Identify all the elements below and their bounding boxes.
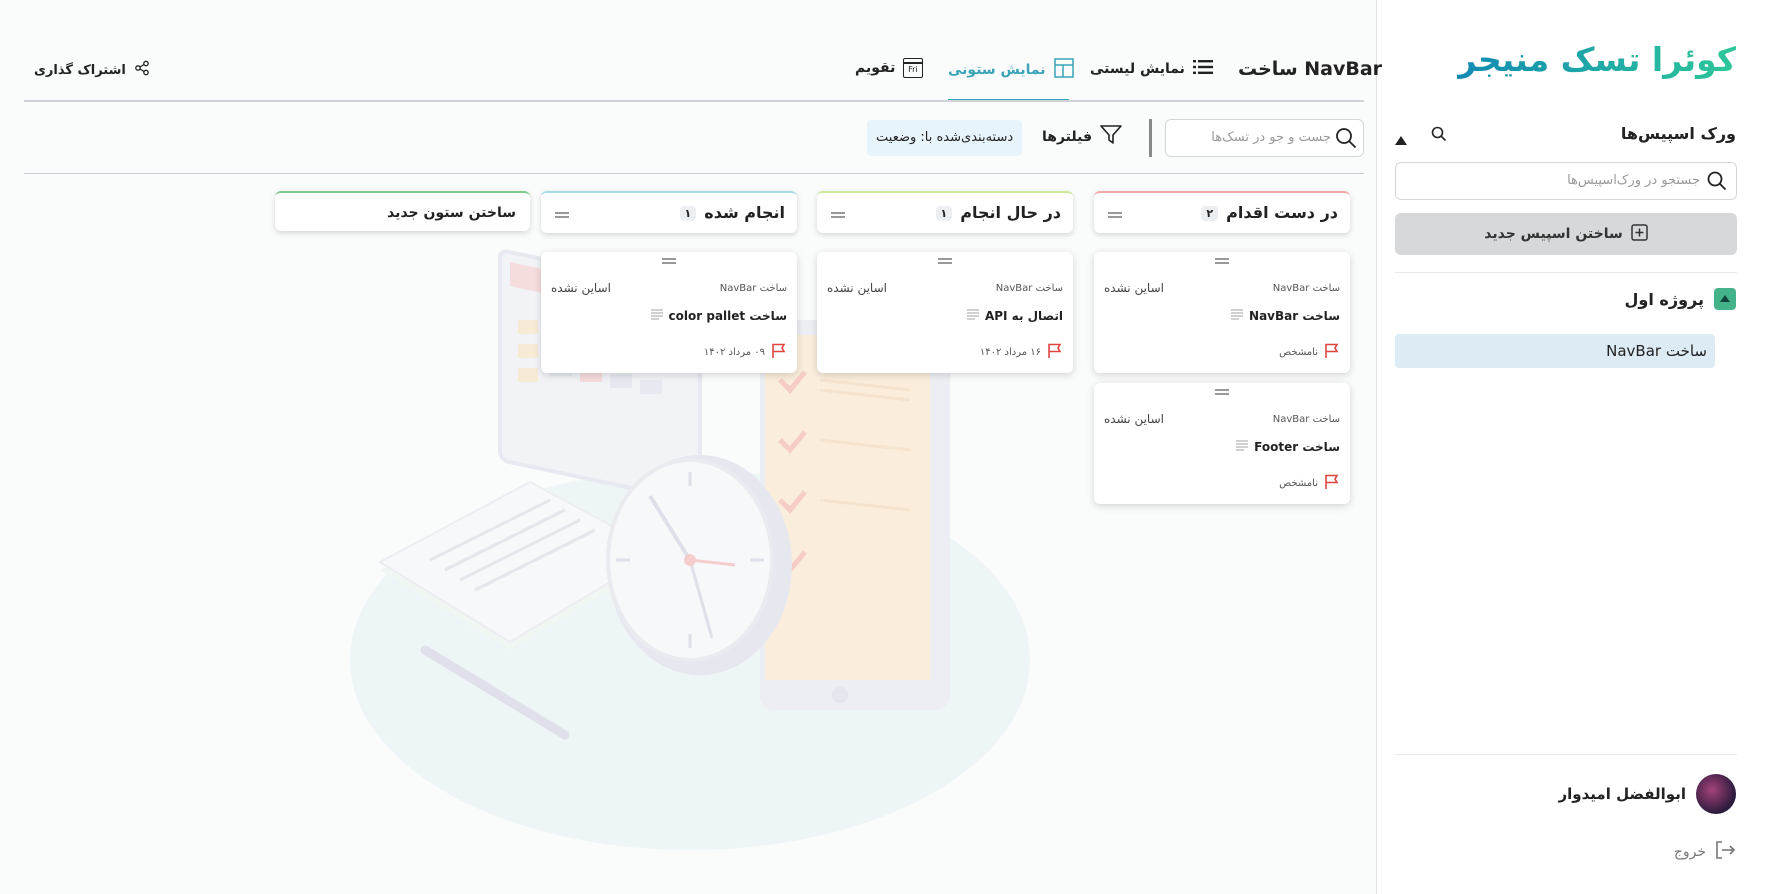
drag-handle-icon[interactable] xyxy=(662,258,676,264)
workspaces-title: ورک اسپیس‌ها xyxy=(1620,124,1736,143)
card-assignee: اساین نشده xyxy=(551,281,611,295)
logout-label: خروج xyxy=(1673,844,1706,860)
drag-handle-icon[interactable] xyxy=(1215,389,1229,395)
logout-icon xyxy=(1714,840,1736,864)
tab-column-view[interactable]: نمایش ستونی xyxy=(948,58,1074,82)
filter-icon xyxy=(1100,125,1122,149)
card-assignee: اساین نشده xyxy=(1104,412,1164,426)
user-profile[interactable]: ابوالفضل امیدوار xyxy=(1559,774,1736,814)
column-count-badge: ۱ xyxy=(935,206,953,221)
column-layout-icon xyxy=(1053,58,1074,82)
description-icon xyxy=(966,308,979,323)
task-card[interactable]: ساخت NavBar اساین نشده ساخت color pallet… xyxy=(541,252,797,373)
description-icon xyxy=(650,308,663,323)
project-toggle-icon[interactable] xyxy=(1714,288,1736,310)
plus-square-icon xyxy=(1631,223,1648,245)
toolbar-separator xyxy=(1149,119,1152,157)
drag-handle-icon[interactable] xyxy=(831,212,845,218)
avatar xyxy=(1696,774,1736,814)
create-workspace-label: ساختن اسپیس جدید xyxy=(1484,226,1623,242)
tab-column-label: نمایش ستونی xyxy=(948,62,1046,78)
project-item-navbar[interactable]: ساخت NavBar xyxy=(1395,334,1715,368)
drag-handle-icon[interactable] xyxy=(555,212,569,218)
search-icon xyxy=(1707,171,1727,195)
search-icon xyxy=(1335,127,1357,153)
filters-label: فیلترها xyxy=(1042,129,1092,145)
toolbar-divider xyxy=(24,173,1364,174)
divider xyxy=(1395,754,1737,755)
tab-list-view[interactable]: نمایش لیستی xyxy=(1090,58,1213,80)
calendar-icon: Fri xyxy=(903,58,924,78)
column-title: انجام شده۱ xyxy=(679,203,785,222)
drag-handle-icon[interactable] xyxy=(938,258,952,264)
flag-icon xyxy=(1324,343,1340,362)
tab-list-label: نمایش لیستی xyxy=(1090,61,1185,77)
flag-icon xyxy=(1324,474,1340,493)
user-name: ابوالفضل امیدوار xyxy=(1558,785,1686,803)
create-column-button[interactable]: ساختن ستون جدید xyxy=(275,191,530,231)
workspaces-search-icon[interactable] xyxy=(1431,126,1447,146)
column-count-badge: ۱ xyxy=(679,206,697,221)
project-item[interactable]: پروژه اول xyxy=(1625,288,1736,310)
drag-handle-icon[interactable] xyxy=(1215,258,1229,264)
card-deadline: ۱۶ مرداد ۱۴۰۲ xyxy=(980,343,1063,362)
drag-handle-icon[interactable] xyxy=(1108,212,1122,218)
sidebar: کوئرا تسک منیجر ورک اسپیس‌ها جستجو در ور… xyxy=(1376,0,1788,894)
filters-button[interactable]: فیلترها xyxy=(1042,125,1122,149)
card-title: ساخت color pallet xyxy=(650,308,787,323)
card-title: ساخت NavBar xyxy=(1231,308,1340,323)
tab-calendar-label: تقویم xyxy=(855,60,896,76)
column-count-badge: ۲ xyxy=(1201,206,1219,221)
column-header-in-progress[interactable]: در حال انجام۱ xyxy=(817,191,1073,233)
card-title: اتصال به API xyxy=(966,308,1063,323)
header-divider xyxy=(24,100,1364,102)
card-deadline: نامشخص xyxy=(1279,474,1340,493)
app-logo: کوئرا تسک منیجر xyxy=(1457,40,1736,79)
flag-icon xyxy=(1047,343,1063,362)
project-label: پروژه اول xyxy=(1624,289,1704,309)
page-title: ساخت NavBar xyxy=(1238,58,1383,80)
workspaces-search-placeholder: جستجو در ورک‌اسپیس‌ها xyxy=(1567,173,1700,188)
column-title: در دست اقدام۲ xyxy=(1201,203,1338,222)
card-project: ساخت NavBar xyxy=(1272,283,1340,294)
card-assignee: اساین نشده xyxy=(1104,281,1164,295)
share-button[interactable]: اشتراک گذاری xyxy=(34,60,150,80)
card-project: ساخت NavBar xyxy=(995,283,1063,294)
card-title: ساخت Footer xyxy=(1236,439,1340,454)
card-deadline: ۰۹ مرداد ۱۴۰۲ xyxy=(704,343,787,362)
collapse-workspaces-icon[interactable] xyxy=(1395,130,1407,149)
share-label: اشتراک گذاری xyxy=(34,62,126,78)
column-header-todo[interactable]: در دست اقدام۲ xyxy=(1094,191,1350,233)
card-assignee: اساین نشده xyxy=(827,281,887,295)
logout-button[interactable]: خروج xyxy=(1674,840,1736,864)
task-card[interactable]: ساخت NavBar اساین نشده ساخت NavBar نامشخ… xyxy=(1094,252,1350,373)
create-workspace-button[interactable]: ساختن اسپیس جدید xyxy=(1395,213,1737,255)
card-project: ساخت NavBar xyxy=(1272,414,1340,425)
tab-calendar[interactable]: Fri تقویم xyxy=(855,58,924,78)
task-search-placeholder: جست و جو در تسک‌ها xyxy=(1211,130,1331,145)
card-project: ساخت NavBar xyxy=(719,283,787,294)
workspaces-search-input[interactable]: جستجو در ورک‌اسپیس‌ها xyxy=(1395,162,1737,200)
share-icon xyxy=(134,60,150,80)
flag-icon xyxy=(771,343,787,362)
column-title: در حال انجام۱ xyxy=(935,203,1061,222)
card-deadline: نامشخص xyxy=(1279,343,1340,362)
divider xyxy=(1395,272,1737,273)
description-icon xyxy=(1231,308,1244,323)
description-icon xyxy=(1236,439,1249,454)
task-card[interactable]: ساخت NavBar اساین نشده اتصال به API ۱۶ م… xyxy=(817,252,1073,373)
task-card[interactable]: ساخت NavBar اساین نشده ساخت Footer نامشخ… xyxy=(1094,383,1350,504)
calendar-icon-text: Fri xyxy=(908,65,918,74)
list-icon xyxy=(1192,58,1213,80)
group-by-badge[interactable]: دسته‌بندی‌شده با: وضعیت xyxy=(867,120,1023,156)
column-header-done[interactable]: انجام شده۱ xyxy=(541,191,797,233)
